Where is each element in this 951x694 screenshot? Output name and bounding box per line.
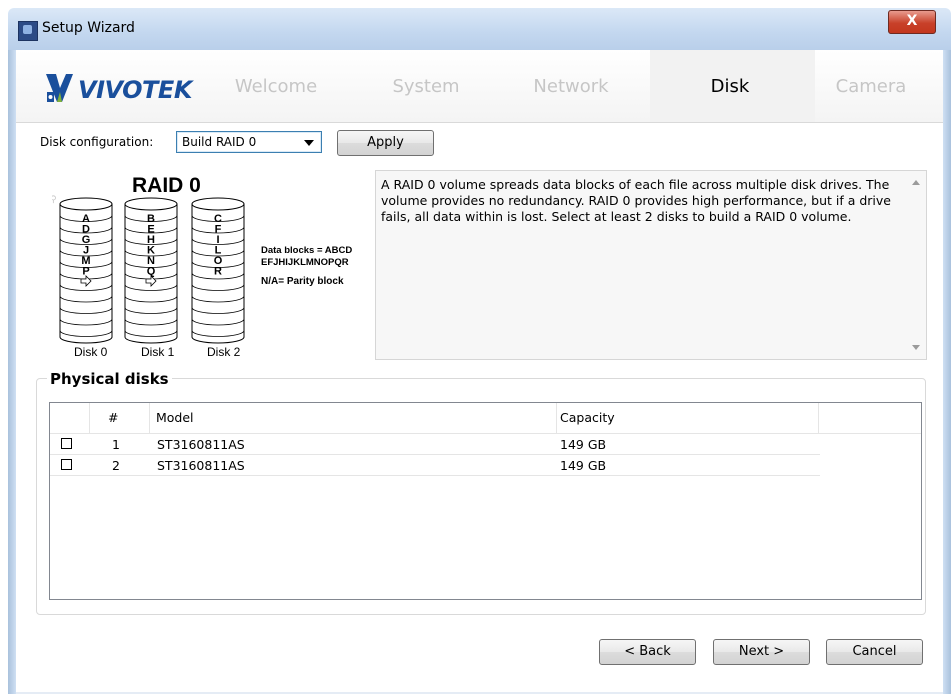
- back-button[interactable]: < Back: [599, 639, 696, 665]
- row-capacity: 149 GB: [560, 437, 607, 452]
- header-model[interactable]: Model: [150, 403, 557, 433]
- raid-description-box[interactable]: A RAID 0 volume spreads data blocks of e…: [375, 170, 927, 360]
- row-checkbox[interactable]: [61, 438, 72, 449]
- row-number: 1: [112, 437, 120, 452]
- physical-disks-title: Physical disks: [47, 370, 172, 388]
- disk-configuration-value: Build RAID 0: [182, 135, 257, 149]
- raid-pin-icon: ⚲: [52, 195, 57, 205]
- disk-cylinder-top: [191, 197, 245, 211]
- row-checkbox[interactable]: [61, 459, 72, 470]
- step-network: Network: [533, 76, 609, 97]
- table-row[interactable]: 2 ST3160811AS 149 GB: [50, 455, 820, 476]
- cancel-button[interactable]: Cancel: [826, 639, 923, 665]
- step-disk: Disk: [710, 76, 750, 97]
- disk-configuration-label: Disk configuration:: [40, 135, 154, 149]
- header-number[interactable]: #: [90, 403, 150, 433]
- legend-line-3: N/A= Parity block: [261, 276, 344, 287]
- table-row[interactable]: 1 ST3160811AS 149 GB: [50, 434, 820, 455]
- data-block-label: R: [214, 266, 222, 278]
- row-model: ST3160811AS: [157, 458, 245, 473]
- row-model: ST3160811AS: [157, 437, 245, 452]
- disk-1-label: Disk 1: [141, 345, 175, 359]
- legend-line-2: EFJHIJKLMNOPQR: [261, 257, 349, 268]
- vivotek-logo: VIVOTEK: [44, 72, 204, 106]
- raid-title: RAID 0: [132, 174, 201, 197]
- app-icon: [18, 21, 38, 41]
- disk-cylinders: ADGJMPBEHKNQCFILOR: [59, 197, 245, 344]
- header-checkbox-column: [50, 403, 90, 433]
- logo-text: VIVOTEK: [78, 76, 192, 104]
- setup-wizard-window: Setup Wizard X VIVOTEK Welcome System Ne…: [0, 0, 951, 694]
- disk-cylinder-top: [59, 197, 113, 211]
- raid-description-text: A RAID 0 volume spreads data blocks of e…: [381, 177, 891, 224]
- wizard-steps-bar: VIVOTEK Welcome System Network Disk Came…: [16, 50, 943, 123]
- disk-2-label: Disk 2: [207, 345, 241, 359]
- disk-0-label: Disk 0: [74, 345, 108, 359]
- header-capacity[interactable]: Capacity: [557, 403, 819, 433]
- scroll-up-icon[interactable]: [912, 180, 920, 185]
- step-camera: Camera: [835, 76, 907, 97]
- title-bar[interactable]: [8, 8, 951, 50]
- wizard-content: VIVOTEK Welcome System Network Disk Came…: [16, 50, 943, 694]
- raid-diagram-graphic: ⚲ RAID 0 ADGJMPBEHKNQCFILOR Data blocks …: [52, 174, 352, 359]
- window-title: Setup Wizard: [42, 20, 135, 36]
- chevron-down-icon: [304, 140, 314, 146]
- close-button[interactable]: X: [888, 10, 936, 34]
- step-welcome: Welcome: [234, 76, 318, 97]
- physical-disks-table: # Model Capacity 1 ST3160811AS 149 GB 2 …: [49, 402, 922, 600]
- row-capacity: 149 GB: [560, 458, 607, 473]
- row-number: 2: [112, 458, 120, 473]
- disk-cylinder-top: [124, 197, 178, 211]
- scroll-down-icon[interactable]: [912, 345, 920, 350]
- vivotek-logo-mark-icon: [46, 74, 73, 102]
- step-system: System: [392, 76, 460, 97]
- next-button[interactable]: Next >: [713, 639, 810, 665]
- raid-diagram: ⚲ RAID 0 ADGJMPBEHKNQCFILOR Data blocks …: [52, 170, 372, 360]
- apply-button[interactable]: Apply: [337, 130, 434, 156]
- disk-configuration-dropdown[interactable]: Build RAID 0: [176, 131, 322, 153]
- window-frame-right: [943, 50, 951, 694]
- window-frame-left: [8, 50, 16, 694]
- table-header: # Model Capacity: [50, 403, 921, 434]
- legend-line-1: Data blocks = ABCD: [261, 245, 352, 256]
